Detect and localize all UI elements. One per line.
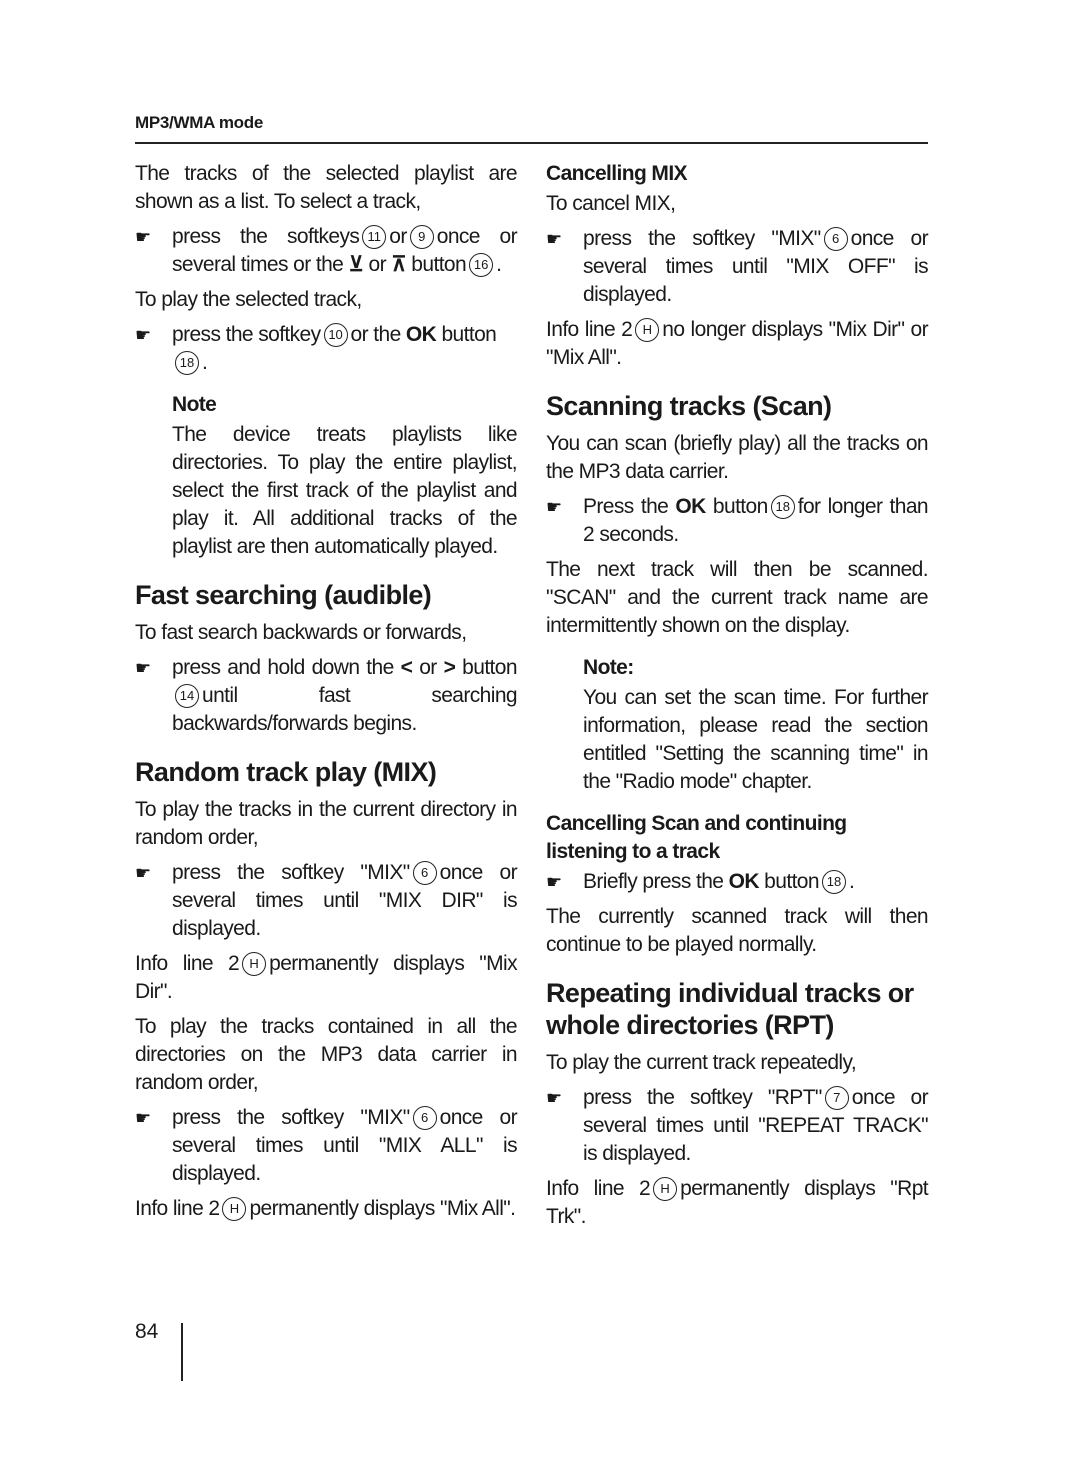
mix-intro-dir: To play the tracks in the current direct… bbox=[135, 798, 518, 849]
left-column: The tracks of the selected playlist are … bbox=[135, 160, 518, 1230]
play-intro-text: To play the selected track, bbox=[135, 288, 362, 311]
running-header: MP3/WMA mode bbox=[135, 113, 928, 133]
note-title: Note bbox=[172, 393, 217, 416]
instruction-select-track: ☛ press the softkeys 11 or 9 once or several… bbox=[135, 225, 518, 277]
heading-repeat: Repeating individual tracks or whole dir… bbox=[546, 978, 914, 1040]
cancel-scan-result: The currently scanned track will then co… bbox=[546, 905, 929, 956]
left-arrow-icon: < bbox=[400, 656, 413, 679]
instruction-mix-off: ☛ press the softkey "MIX" 6 once or severa… bbox=[546, 227, 929, 306]
pointing-hand-icon: ☛ bbox=[135, 325, 151, 345]
ok-label: OK bbox=[728, 870, 760, 893]
callout-number: 7 bbox=[824, 1086, 849, 1110]
callout-letter: H bbox=[653, 1177, 678, 1201]
callout-number: 9 bbox=[409, 225, 434, 249]
heading-fast-searching: Fast searching (audible) bbox=[135, 580, 432, 610]
ok-label: OK bbox=[405, 323, 437, 346]
callout-number: 18 bbox=[770, 495, 795, 519]
mix-info-dir: Info line 2 Hpermanently displays "Mix Di… bbox=[135, 952, 518, 1003]
pointing-hand-icon: ☛ bbox=[135, 863, 151, 883]
up-button-icon: ⊼ bbox=[391, 253, 407, 276]
note-scan-time: Note: You can set the scan time. For fur… bbox=[546, 654, 929, 796]
heading-scanning: Scanning tracks (Scan) bbox=[546, 391, 832, 421]
header-title: MP3/WMA mode bbox=[135, 113, 263, 132]
scan-result: The next track will then be scanned. "SC… bbox=[546, 558, 929, 637]
instruction-cancel-scan: ☛ Briefly press the OK button 18. bbox=[546, 868, 928, 896]
page-number: 84 bbox=[135, 1320, 159, 1343]
header-rule bbox=[135, 142, 928, 144]
intro-text: The tracks of the selected playlist are … bbox=[135, 162, 518, 213]
right-arrow-icon: > bbox=[443, 656, 456, 679]
callout-number: 6 bbox=[823, 227, 848, 251]
note-title: Note: bbox=[583, 656, 634, 679]
pointing-hand-icon: ☛ bbox=[546, 1088, 562, 1108]
instruction-scan: ☛ Press the OK button 18 for longer than 2… bbox=[546, 495, 929, 546]
callout-number: 10 bbox=[323, 323, 348, 347]
fast-intro: To fast search backwards or forwards, bbox=[135, 621, 467, 644]
callout-number: 14 bbox=[175, 684, 199, 708]
instruction-mix-all: ☛ press the softkey "MIX" 6 once or severa… bbox=[135, 1106, 518, 1185]
pointing-hand-icon: ☛ bbox=[135, 658, 151, 678]
mix-info-all: Info line 2 Hpermanently displays "Mix Al… bbox=[135, 1197, 516, 1221]
mix-intro-all: To play the tracks contained in all the … bbox=[135, 1015, 518, 1094]
pointing-hand-icon: ☛ bbox=[135, 1108, 151, 1128]
instruction-rpt: ☛ press the softkey "RPT" 7 once or severa… bbox=[546, 1086, 929, 1165]
callout-number: 6 bbox=[412, 1106, 437, 1130]
cancel-mix-info: Info line 2 Hno longer displays "Mix Dir"… bbox=[546, 318, 929, 369]
scan-intro: You can scan (briefly play) all the trac… bbox=[546, 432, 929, 483]
instruction-mix-dir: ☛ press the softkey "MIX" 6 once or severa… bbox=[135, 861, 518, 940]
rpt-intro: To play the current track repeatedly, bbox=[546, 1051, 857, 1074]
instruction-play-track: ☛ press the softkey 10 or the OK button 18. bbox=[135, 323, 497, 375]
callout-number: 18 bbox=[175, 351, 199, 375]
callout-number: 16 bbox=[469, 253, 494, 277]
down-button-icon: ⊻ bbox=[348, 253, 364, 276]
callout-number: 11 bbox=[362, 225, 387, 249]
note-playlist: Note The device treats playlists like di… bbox=[135, 391, 518, 561]
pointing-hand-icon: ☛ bbox=[546, 872, 562, 892]
pointing-hand-icon: ☛ bbox=[546, 229, 562, 249]
rpt-info: Info line 2 Hpermanently displays "Rpt Tr… bbox=[546, 1177, 929, 1228]
page-number-divider bbox=[181, 1323, 183, 1381]
callout-letter: H bbox=[242, 952, 267, 976]
note-text: You can set the scan time. For further i… bbox=[583, 686, 929, 793]
heading-random-play: Random track play (MIX) bbox=[135, 757, 437, 787]
cancel-mix-intro: To cancel MIX, bbox=[546, 192, 676, 215]
pointing-hand-icon: ☛ bbox=[546, 497, 562, 517]
ok-label: OK bbox=[675, 495, 706, 518]
callout-number: 18 bbox=[821, 870, 846, 894]
heading-cancel-scan: Cancelling Scan and continuing listening… bbox=[546, 812, 847, 863]
callout-letter: H bbox=[635, 318, 660, 342]
right-column: Cancelling MIX To cancel MIX, ☛ press th… bbox=[546, 160, 929, 1238]
note-text: The device treats playlists like directo… bbox=[172, 423, 518, 558]
pointing-hand-icon: ☛ bbox=[135, 227, 151, 247]
heading-cancel-mix: Cancelling MIX bbox=[546, 162, 688, 185]
instruction-fast-search: ☛ press and hold down the < or > button … bbox=[135, 656, 518, 735]
callout-number: 6 bbox=[412, 861, 437, 885]
callout-letter: H bbox=[222, 1197, 247, 1221]
